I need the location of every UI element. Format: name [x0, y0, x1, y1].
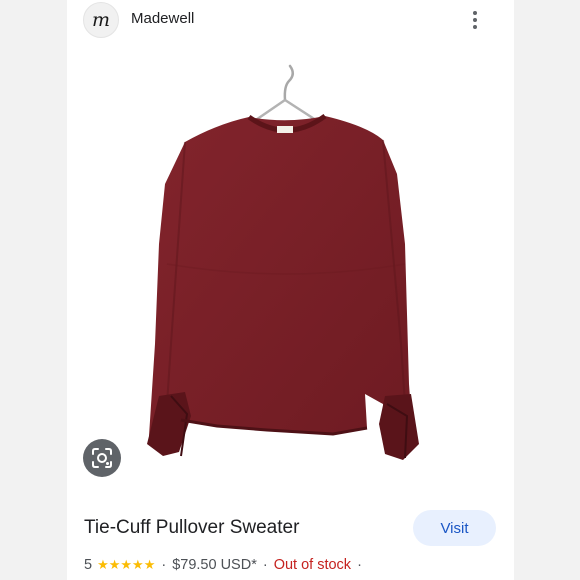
product-info: Tie-Cuff Pullover Sweater Visit 5 ★★★★★ … — [67, 492, 514, 580]
product-price: $79.50 USD* — [172, 557, 257, 573]
product-image[interactable] — [67, 44, 514, 492]
brand-name[interactable]: Madewell — [131, 10, 194, 27]
separator: · — [357, 557, 362, 573]
stock-status: Out of stock — [273, 557, 352, 573]
separator: · — [161, 557, 167, 573]
rating-stars-icon: ★★★★★ — [97, 557, 156, 572]
more-vert-icon[interactable] — [467, 8, 483, 32]
product-meta: 5 ★★★★★ · $79.50 USD* · Out of stock · — [84, 557, 368, 573]
product-card: m Madewell Tie-Cuff Pullover Sweater Vis… — [67, 0, 514, 580]
product-title[interactable]: Tie-Cuff Pullover Sweater — [84, 517, 299, 539]
card-header: m Madewell — [67, 0, 514, 44]
left-background — [0, 0, 67, 580]
sweater-illustration — [147, 64, 419, 460]
rating-value: 5 — [84, 557, 93, 573]
brand-logo-letter: m — [91, 9, 111, 31]
separator: · — [262, 557, 268, 573]
visit-button[interactable]: Visit — [413, 510, 496, 546]
google-lens-icon[interactable] — [83, 439, 121, 477]
right-background — [514, 0, 580, 580]
brand-logo[interactable]: m — [83, 2, 119, 38]
